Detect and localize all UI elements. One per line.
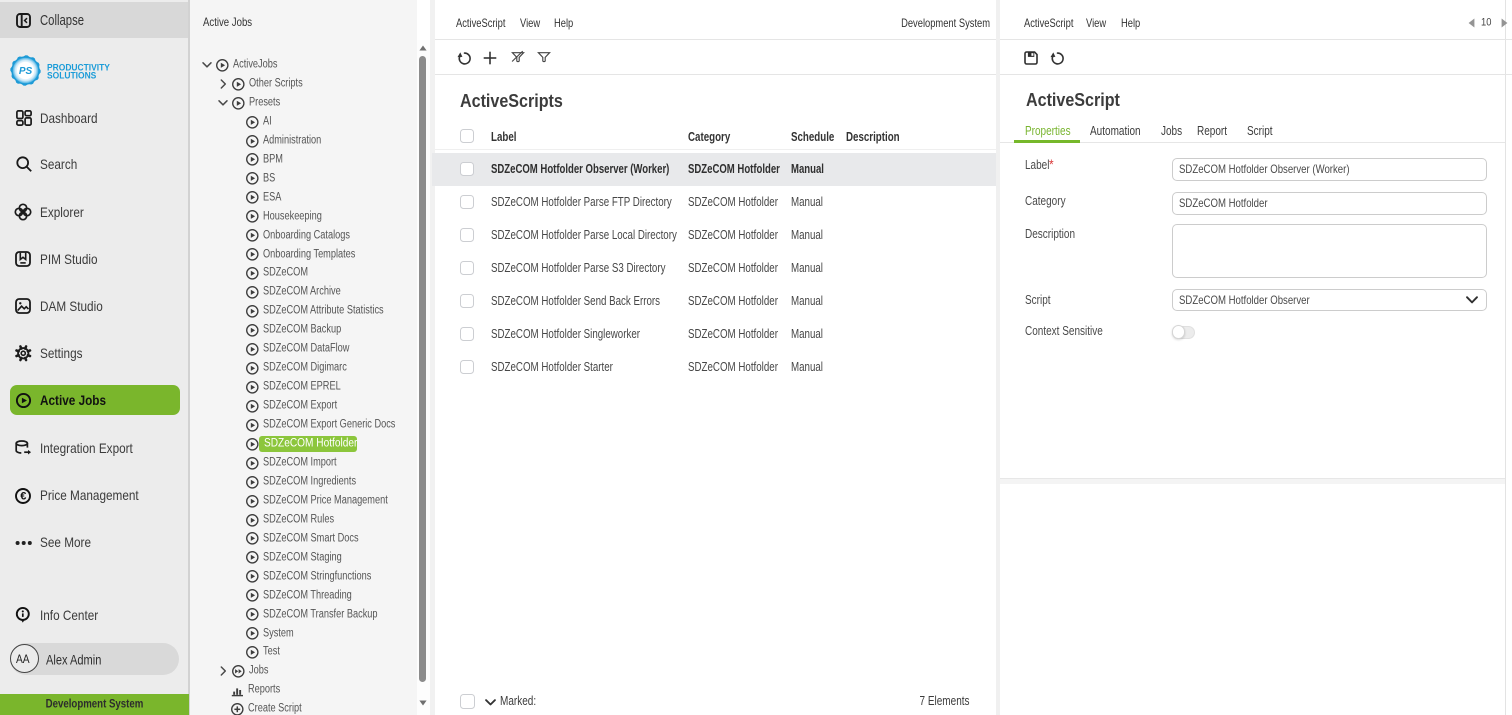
svg-text:PS: PS bbox=[19, 66, 33, 77]
svg-text:€: € bbox=[20, 490, 26, 502]
